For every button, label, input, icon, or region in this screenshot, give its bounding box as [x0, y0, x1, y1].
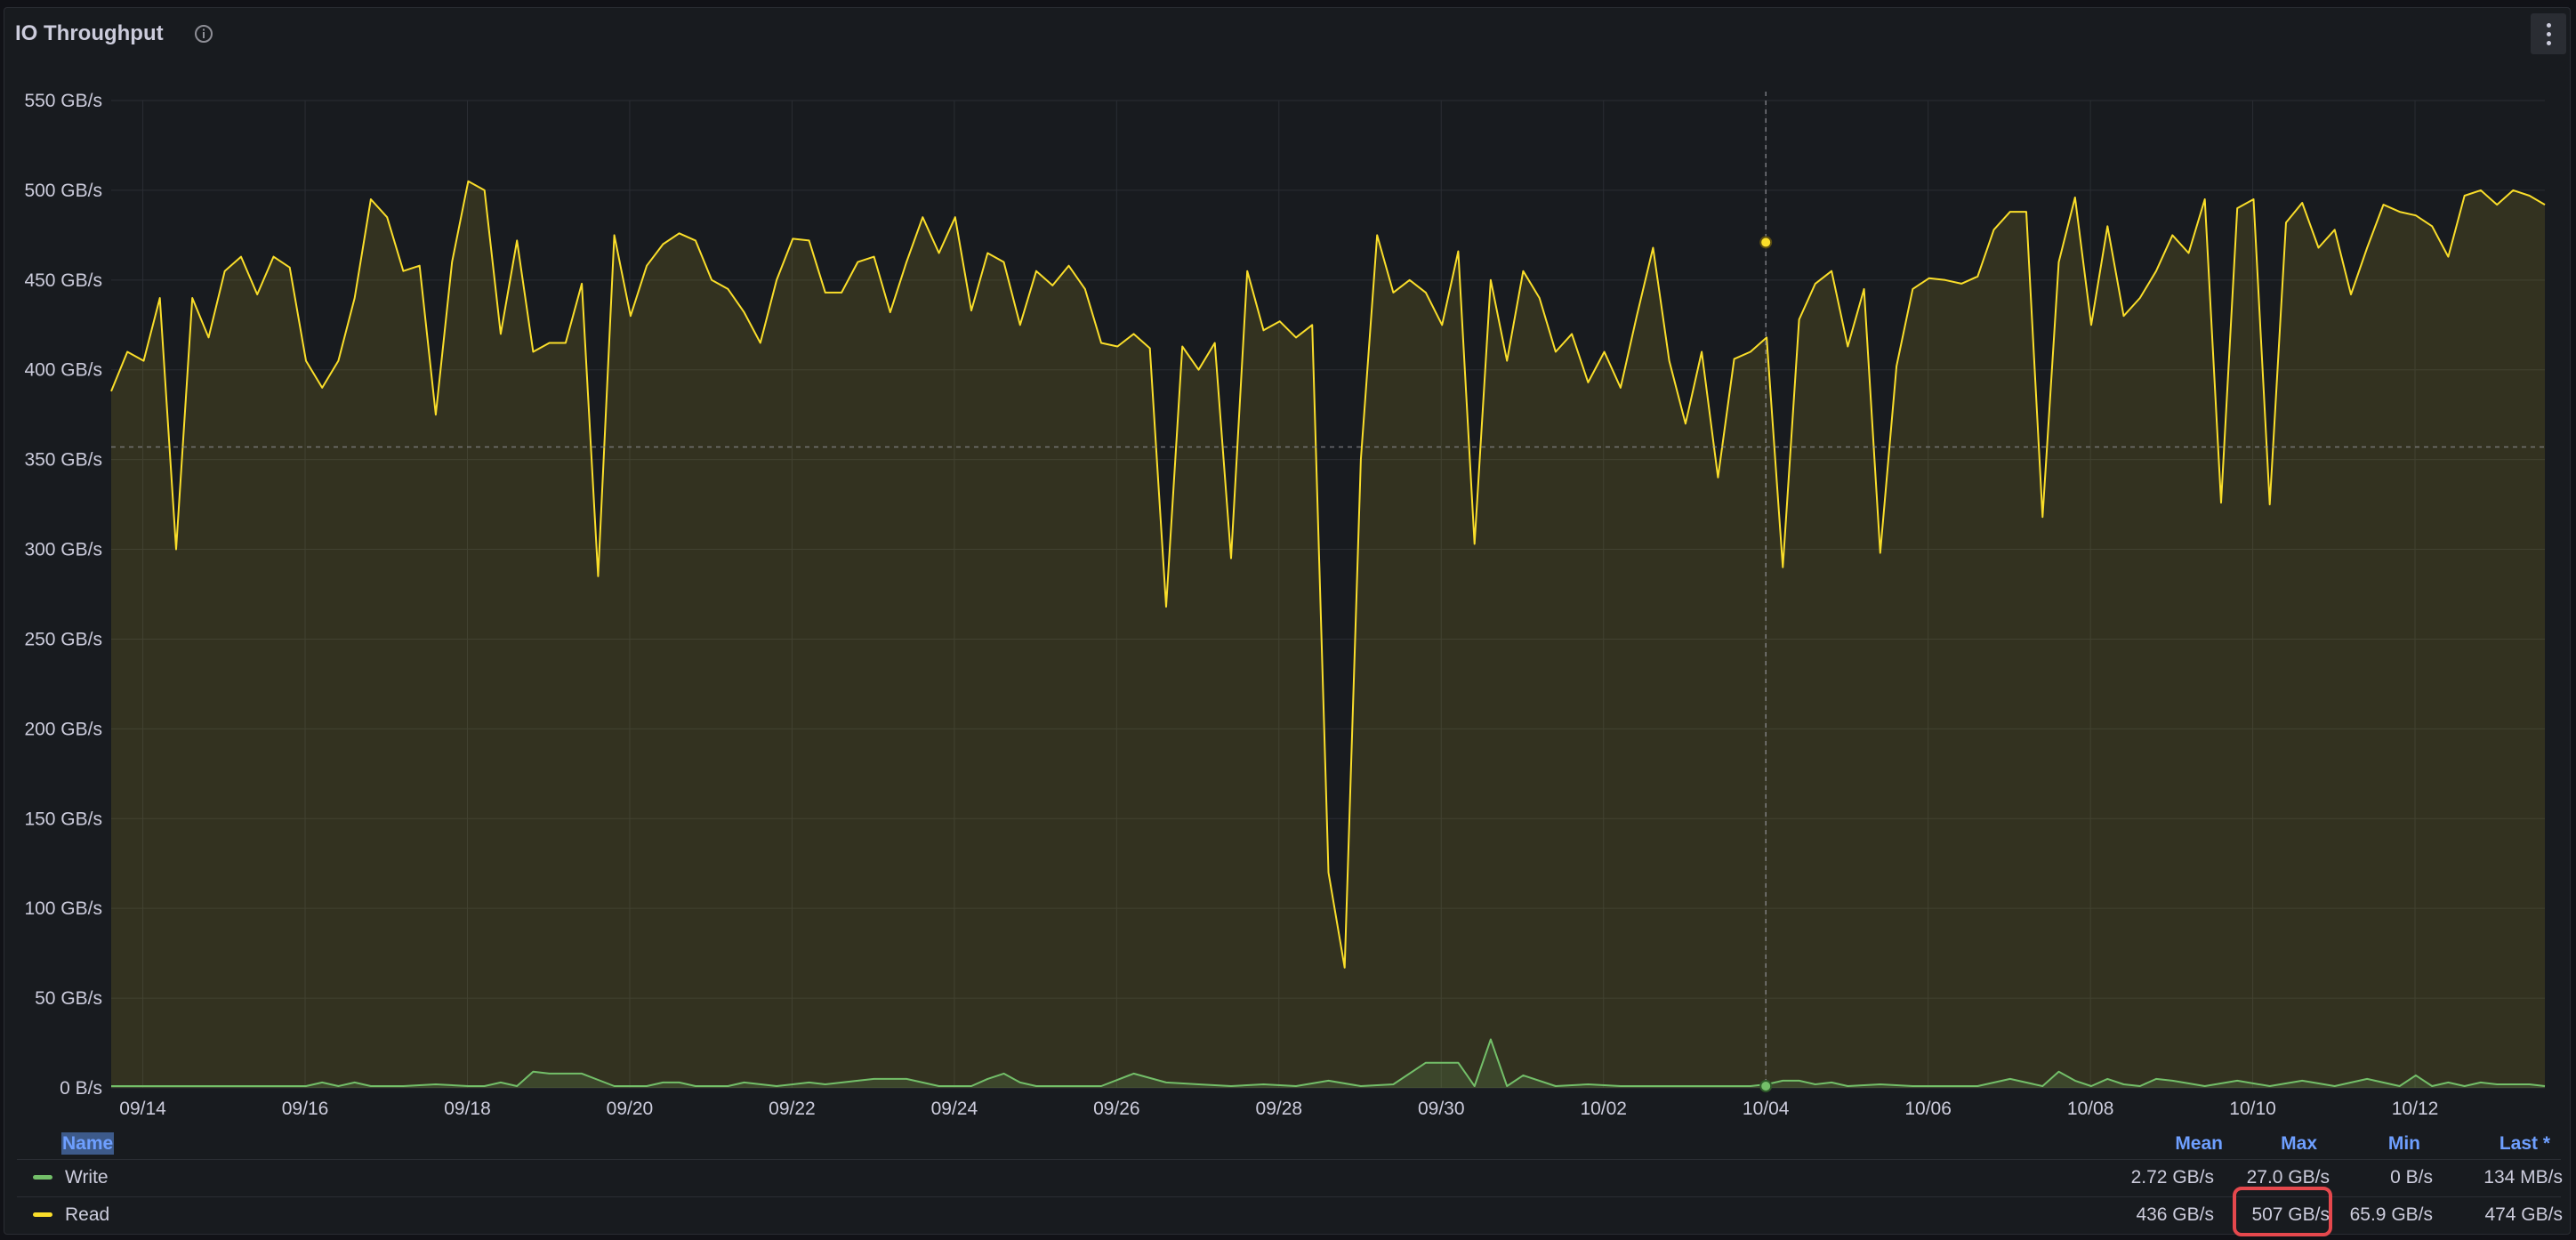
x-tick-label: 09/18 [444, 1099, 491, 1119]
y-tick-label: 400 GB/s [24, 360, 102, 381]
x-tick-label: 09/14 [119, 1099, 166, 1119]
write-max: 27.0 GB/s [2246, 1167, 2330, 1188]
write-mean: 2.72 GB/s [2130, 1167, 2214, 1188]
x-tick-label: 09/22 [769, 1099, 816, 1119]
legend-max-header[interactable]: Max [2264, 1132, 2317, 1155]
legend-mean-header[interactable]: Mean [2166, 1132, 2223, 1155]
y-tick-label: 150 GB/s [24, 809, 102, 829]
x-tick-label: 09/30 [1418, 1099, 1465, 1119]
y-tick-label: 450 GB/s [24, 270, 102, 291]
x-tick-label: 10/12 [2392, 1099, 2439, 1119]
write-hover-point [1759, 1079, 1773, 1092]
read-last: 474 GB/s [2484, 1204, 2563, 1225]
chart-legend: Name Mean Max Min Last * Write 2.72 GB/s… [4, 1123, 2572, 1230]
x-tick-label: 09/20 [607, 1099, 654, 1119]
legend-min-header[interactable]: Min [2371, 1132, 2420, 1155]
y-tick-label: 250 GB/s [24, 629, 102, 649]
read-mean: 436 GB/s [2136, 1204, 2214, 1225]
x-tick-label: 09/16 [282, 1099, 329, 1119]
x-tick-label: 10/04 [1743, 1099, 1790, 1119]
write-min: 0 B/s [2390, 1167, 2433, 1188]
legend-last-header[interactable]: Last * [2477, 1132, 2550, 1155]
write-series-swatch [33, 1175, 52, 1180]
y-tick-label: 350 GB/s [24, 450, 102, 471]
y-tick-label: 50 GB/s [35, 988, 102, 1009]
x-tick-label: 09/26 [1093, 1099, 1140, 1119]
y-tick-label: 500 GB/s [24, 181, 102, 201]
x-tick-label: 09/24 [931, 1099, 978, 1119]
io-throughput-panel: IO Throughput 0 B/s 50 GB/s 100 GB/s 150 GB… [4, 7, 2571, 1235]
write-last: 134 MB/s [2483, 1167, 2563, 1188]
throughput-chart[interactable]: 0 B/s 50 GB/s 100 GB/s 150 GB/s 200 GB/s 250 … [4, 8, 2572, 1120]
x-tick-label: 10/02 [1580, 1099, 1627, 1119]
legend-series-name: Read [65, 1204, 110, 1225]
y-tick-label: 300 GB/s [24, 540, 102, 560]
read-hover-point [1759, 236, 1773, 249]
read-series-area [111, 181, 2545, 1089]
legend-row-write[interactable]: Write 2.72 GB/s 27.0 GB/s 0 B/s 134 MB/s [17, 1159, 2563, 1195]
read-max-highlight-box [2233, 1187, 2332, 1236]
y-tick-label: 550 GB/s [24, 91, 102, 111]
x-tick-label: 10/10 [2229, 1099, 2276, 1119]
legend-name-header[interactable]: Name [61, 1132, 115, 1155]
read-series-swatch [33, 1212, 52, 1217]
legend-series-name: Write [65, 1167, 109, 1188]
x-tick-label: 09/28 [1256, 1099, 1303, 1119]
x-tick-label: 10/06 [1904, 1099, 1952, 1119]
y-tick-label: 100 GB/s [24, 898, 102, 919]
read-min: 65.9 GB/s [2349, 1204, 2433, 1225]
legend-row-read[interactable]: Read 436 GB/s 507 GB/s 65.9 GB/s 474 GB/… [17, 1196, 2563, 1232]
y-tick-label: 200 GB/s [24, 719, 102, 739]
y-tick-label: 0 B/s [60, 1078, 102, 1099]
x-tick-label: 10/08 [2067, 1099, 2114, 1119]
legend-header: Name Mean Max Min Last * [4, 1123, 2572, 1159]
